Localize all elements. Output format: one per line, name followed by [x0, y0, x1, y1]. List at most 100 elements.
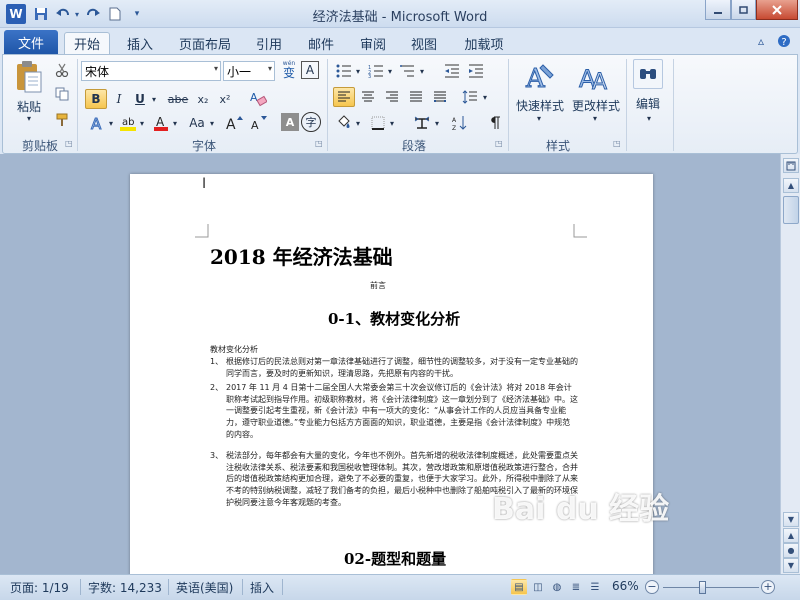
- font-launcher-icon[interactable]: ◳: [315, 139, 323, 148]
- tab-insert[interactable]: 插入: [117, 32, 163, 54]
- tab-page-layout[interactable]: 页面布局: [170, 32, 240, 54]
- sort-icon[interactable]: AZ: [449, 113, 471, 133]
- chevron-down-icon[interactable]: ▾: [589, 113, 601, 123]
- chevron-down-icon[interactable]: ▾: [386, 61, 394, 81]
- chevron-down-icon[interactable]: ▾: [418, 61, 426, 81]
- chevron-down-icon[interactable]: ▾: [643, 113, 655, 123]
- format-painter-icon[interactable]: [53, 111, 71, 129]
- character-shading-icon[interactable]: A: [281, 113, 299, 131]
- bullets-icon[interactable]: [333, 61, 355, 81]
- underline-dropdown-icon[interactable]: ▾: [149, 89, 159, 109]
- zoom-slider[interactable]: [663, 587, 759, 588]
- show-hide-marks-icon[interactable]: [485, 113, 505, 133]
- ruler-toggle-icon[interactable]: [783, 158, 799, 173]
- tab-review[interactable]: 审阅: [350, 32, 396, 54]
- phonetic-guide-icon[interactable]: wén 变: [279, 59, 299, 81]
- zoom-slider-thumb[interactable]: [699, 581, 707, 594]
- paste-icon[interactable]: [13, 59, 45, 95]
- strikethrough-button[interactable]: abe: [165, 89, 191, 109]
- insert-mode-indicator[interactable]: 插入: [250, 579, 274, 596]
- chevron-down-icon[interactable]: ▾: [107, 113, 115, 133]
- numbering-icon[interactable]: 123: [365, 61, 387, 81]
- chevron-down-icon[interactable]: ▾: [171, 113, 179, 133]
- minimize-button[interactable]: [705, 0, 731, 20]
- decrease-indent-icon[interactable]: [441, 61, 463, 81]
- chevron-down-icon[interactable]: ▾: [354, 61, 362, 81]
- chevron-down-icon[interactable]: ▾: [433, 113, 441, 133]
- line-spacing-icon[interactable]: [459, 87, 481, 107]
- superscript-button[interactable]: x²: [215, 89, 235, 109]
- shading-icon[interactable]: [333, 113, 355, 133]
- copy-icon[interactable]: [53, 85, 71, 103]
- justify-button[interactable]: [405, 87, 427, 107]
- enclose-characters-button[interactable]: 字: [301, 112, 321, 132]
- highlight-color-icon[interactable]: ab: [117, 113, 139, 133]
- page-indicator[interactable]: 页面: 1/19: [10, 579, 69, 596]
- chevron-down-icon[interactable]: ▾: [533, 113, 545, 123]
- vertical-scrollbar[interactable]: ▲ ▼ ▲ ● ▼: [780, 154, 800, 574]
- quick-styles-button[interactable]: 快速样式: [511, 97, 569, 114]
- zoom-in-icon[interactable]: +: [761, 580, 775, 594]
- chevron-down-icon[interactable]: ▾: [208, 113, 216, 133]
- change-case-button[interactable]: Aa: [185, 113, 209, 133]
- character-border-icon[interactable]: A: [301, 61, 319, 79]
- clipboard-launcher-icon[interactable]: ◳: [65, 139, 73, 148]
- align-center-button[interactable]: [357, 87, 379, 107]
- zoom-level[interactable]: 66%: [612, 579, 639, 593]
- font-size-combo[interactable]: 小一 ▾: [223, 61, 275, 81]
- word-count[interactable]: 字数: 14,233: [88, 579, 162, 596]
- chevron-down-icon[interactable]: ▾: [138, 113, 146, 133]
- full-screen-reading-view-icon[interactable]: ◫: [530, 579, 546, 595]
- increase-indent-icon[interactable]: [465, 61, 487, 81]
- clear-formatting-icon[interactable]: A: [247, 87, 269, 109]
- tab-home[interactable]: 开始: [64, 32, 110, 54]
- styles-launcher-icon[interactable]: ◳: [613, 139, 621, 148]
- language-indicator[interactable]: 英语(美国): [176, 579, 233, 596]
- align-left-button[interactable]: [333, 87, 355, 107]
- chevron-down-icon[interactable]: ▾: [388, 113, 396, 133]
- editing-icon[interactable]: [633, 59, 663, 89]
- outline-view-icon[interactable]: ≣: [568, 579, 584, 595]
- shrink-font-icon[interactable]: A: [247, 113, 269, 133]
- select-browse-object-icon[interactable]: ●: [783, 543, 799, 558]
- cut-icon[interactable]: [53, 61, 71, 79]
- scroll-thumb[interactable]: [783, 196, 799, 224]
- tab-file[interactable]: 文件: [4, 30, 58, 54]
- italic-button[interactable]: I: [109, 89, 129, 109]
- borders-icon[interactable]: [367, 113, 389, 133]
- chevron-down-icon[interactable]: ▾: [354, 113, 362, 133]
- text-effects-icon[interactable]: A: [87, 113, 109, 133]
- chevron-down-icon[interactable]: ▾: [481, 87, 489, 107]
- subscript-button[interactable]: x₂: [193, 89, 213, 109]
- web-layout-view-icon[interactable]: ◍: [549, 579, 565, 595]
- change-styles-button[interactable]: 更改样式: [567, 97, 625, 114]
- align-right-button[interactable]: [381, 87, 403, 107]
- chevron-down-icon[interactable]: ▾: [268, 64, 272, 73]
- bold-button[interactable]: B: [85, 89, 107, 109]
- chevron-down-icon[interactable]: ▾: [214, 64, 218, 73]
- paragraph-launcher-icon[interactable]: ◳: [495, 139, 503, 148]
- multilevel-list-icon[interactable]: [397, 61, 419, 81]
- help-icon[interactable]: ?: [777, 34, 791, 51]
- zoom-out-icon[interactable]: −: [645, 580, 659, 594]
- tab-view[interactable]: 视图: [401, 32, 447, 54]
- restore-button[interactable]: [731, 0, 756, 20]
- document-workspace[interactable]: I 2018 年经济法基础 前言 0-1、教材变化分析 教材变化分析 1、 根据…: [0, 154, 780, 574]
- scroll-up-icon[interactable]: ▲: [783, 178, 799, 193]
- quick-styles-icon[interactable]: A: [519, 59, 559, 95]
- distributed-button[interactable]: [429, 87, 451, 107]
- draft-view-icon[interactable]: ☰: [587, 579, 603, 595]
- paste-dropdown-icon[interactable]: ▾: [23, 113, 35, 123]
- underline-button[interactable]: U: [131, 89, 149, 109]
- change-styles-icon[interactable]: AA: [575, 59, 615, 95]
- print-layout-view-icon[interactable]: ▤: [511, 579, 527, 595]
- asian-layout-icon[interactable]: [411, 113, 433, 133]
- close-button[interactable]: [756, 0, 798, 20]
- font-name-combo[interactable]: 宋体 ▾: [81, 61, 221, 81]
- tab-addins[interactable]: 加载项: [454, 32, 514, 54]
- tab-references[interactable]: 引用: [246, 32, 292, 54]
- minimize-ribbon-icon[interactable]: ▵: [758, 34, 764, 48]
- next-page-icon[interactable]: ▼: [783, 558, 799, 573]
- scroll-down-icon[interactable]: ▼: [783, 512, 799, 527]
- grow-font-icon[interactable]: A: [223, 113, 245, 133]
